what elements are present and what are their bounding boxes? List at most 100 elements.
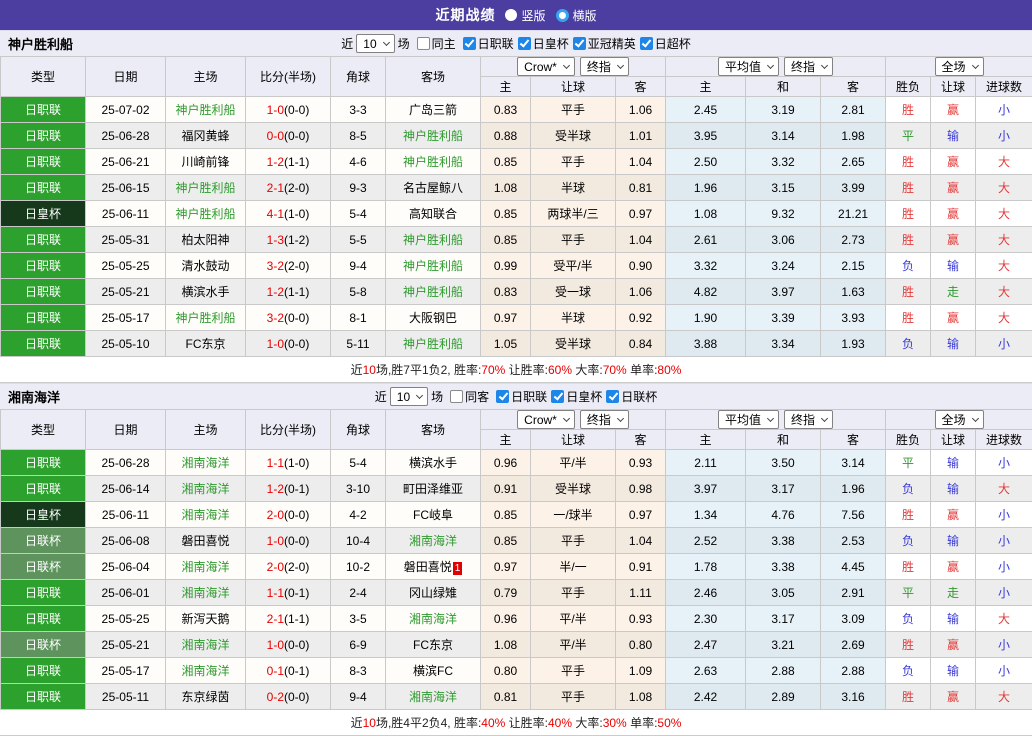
col-avg-draw: 和 — [746, 77, 821, 97]
same-venue-checkbox[interactable]: 同客 — [450, 388, 489, 405]
result-handicap: 赢 — [931, 227, 976, 253]
match-date: 25-05-25 — [86, 253, 166, 279]
col-handicap-home: 主 — [481, 430, 531, 450]
checkbox-icon[interactable] — [463, 37, 476, 50]
avg-away-odds: 1.63 — [821, 279, 886, 305]
home-team: 磐田喜悦 — [166, 528, 246, 554]
result-goals: 大 — [976, 201, 1032, 227]
league-filter-checkbox[interactable]: 日超杯 — [640, 35, 691, 52]
league-badge: 日职联 — [1, 658, 86, 684]
avg-home-odds: 3.95 — [666, 123, 746, 149]
league-badge: 日皇杯 — [1, 502, 86, 528]
result-winlose: 胜 — [886, 684, 931, 710]
period-select[interactable]: 全场 — [935, 410, 984, 429]
result-handicap: 赢 — [931, 632, 976, 658]
layout-vertical-option[interactable]: 竖版 — [505, 7, 545, 24]
league-badge: 日职联 — [1, 279, 86, 305]
avg-home-odds: 2.45 — [666, 97, 746, 123]
home-team: 湘南海洋 — [166, 450, 246, 476]
odds-time-select[interactable]: 终指 — [580, 410, 629, 429]
checkbox-icon[interactable] — [496, 390, 509, 403]
matches-table: 类型 日期 主场 比分(半场) 角球 客场 Crow* 终指 平均值 — [0, 409, 1032, 710]
handicap-line: 平手 — [531, 528, 616, 554]
col-winlose: 胜负 — [886, 430, 931, 450]
league-filter-checkbox[interactable]: 日职联 — [496, 388, 547, 405]
checkbox-icon[interactable] — [640, 37, 653, 50]
handicap-line: 半/一 — [531, 554, 616, 580]
checkbox-icon[interactable] — [606, 390, 619, 403]
avg-home-odds: 2.47 — [666, 632, 746, 658]
handicap-line: 两球半/三 — [531, 201, 616, 227]
league-filter-checkbox[interactable]: 日皇杯 — [518, 35, 569, 52]
record-summary: 近10场,胜7平1负2, 胜率:70% 让胜率:60% 大率:70% 单率:80… — [0, 357, 1032, 383]
checkbox-icon[interactable] — [417, 37, 430, 50]
avg-away-odds: 3.09 — [821, 606, 886, 632]
league-filter-checkbox[interactable]: 日职联 — [463, 35, 514, 52]
table-row: 日职联 25-06-14 湘南海洋 1-2(0-1) 3-10 町田泽维亚 0.… — [1, 476, 1032, 502]
checkbox-icon[interactable] — [551, 390, 564, 403]
average-select[interactable]: 平均值 — [718, 57, 779, 76]
league-filter-checkbox[interactable]: 亚冠精英 — [573, 35, 636, 52]
score: 0-1(0-1) — [246, 658, 331, 684]
avg-home-odds: 3.32 — [666, 253, 746, 279]
handicap-home-odds: 0.91 — [481, 476, 531, 502]
home-team: 东京绿茵 — [166, 684, 246, 710]
corner-score: 2-4 — [331, 580, 386, 606]
checkbox-icon[interactable] — [573, 37, 586, 50]
score: 0-0(0-0) — [246, 123, 331, 149]
avg-home-odds: 1.08 — [666, 201, 746, 227]
avg-draw-odds: 3.21 — [746, 632, 821, 658]
col-corner: 角球 — [331, 57, 386, 97]
avg-home-odds: 2.50 — [666, 149, 746, 175]
table-row: 日联杯 25-05-21 湘南海洋 1-0(0-0) 6-9 FC东京 1.08… — [1, 632, 1032, 658]
corner-score: 4-2 — [331, 502, 386, 528]
radio-horizontal-icon[interactable] — [556, 9, 569, 22]
score: 1-0(0-0) — [246, 331, 331, 357]
corner-score: 8-1 — [331, 305, 386, 331]
same-venue-checkbox[interactable]: 同主 — [417, 35, 456, 52]
score: 1-2(1-1) — [246, 279, 331, 305]
result-handicap: 输 — [931, 606, 976, 632]
checkbox-icon[interactable] — [518, 37, 531, 50]
home-team: 湘南海洋 — [166, 632, 246, 658]
result-handicap: 赢 — [931, 97, 976, 123]
avg-time-select[interactable]: 终指 — [784, 410, 833, 429]
bookmaker-select[interactable]: Crow* — [517, 57, 575, 76]
avg-draw-odds: 3.17 — [746, 606, 821, 632]
handicap-away-odds: 0.93 — [616, 450, 666, 476]
corner-score: 9-4 — [331, 253, 386, 279]
col-handicap-line: 让球 — [531, 430, 616, 450]
score: 2-0(2-0) — [246, 554, 331, 580]
handicap-away-odds: 0.81 — [616, 175, 666, 201]
away-team: 神户胜利船 — [386, 331, 481, 357]
result-winlose: 负 — [886, 253, 931, 279]
handicap-line: 平手 — [531, 580, 616, 606]
bookmaker-select[interactable]: Crow* — [517, 410, 575, 429]
corner-score: 6-9 — [331, 632, 386, 658]
handicap-line: 平/半 — [531, 450, 616, 476]
handicap-home-odds: 0.85 — [481, 201, 531, 227]
away-team: 高知联合 — [386, 201, 481, 227]
odds-time-select[interactable]: 终指 — [580, 57, 629, 76]
col-away: 客场 — [386, 57, 481, 97]
match-count-select[interactable]: 10 — [390, 387, 428, 406]
handicap-line: 平手 — [531, 97, 616, 123]
checkbox-icon[interactable] — [450, 390, 463, 403]
corner-score: 9-3 — [331, 175, 386, 201]
result-goals: 小 — [976, 502, 1032, 528]
league-filter-checkbox[interactable]: 日皇杯 — [551, 388, 602, 405]
avg-home-odds: 3.88 — [666, 331, 746, 357]
home-team: 福冈黄蜂 — [166, 123, 246, 149]
avg-home-odds: 2.63 — [666, 658, 746, 684]
match-count-select[interactable]: 10 — [356, 34, 394, 53]
average-select[interactable]: 平均值 — [718, 410, 779, 429]
period-select[interactable]: 全场 — [935, 57, 984, 76]
league-filter-checkbox[interactable]: 日联杯 — [606, 388, 657, 405]
radio-vertical-icon[interactable] — [505, 9, 517, 21]
layout-horizontal-option[interactable]: 横版 — [556, 7, 597, 24]
games-label: 场 — [431, 388, 443, 405]
corner-score: 5-5 — [331, 227, 386, 253]
near-label: 近 — [341, 35, 353, 52]
table-row: 日职联 25-06-28 福冈黄蜂 0-0(0-0) 8-5 神户胜利船 0.8… — [1, 123, 1032, 149]
avg-time-select[interactable]: 终指 — [784, 57, 833, 76]
